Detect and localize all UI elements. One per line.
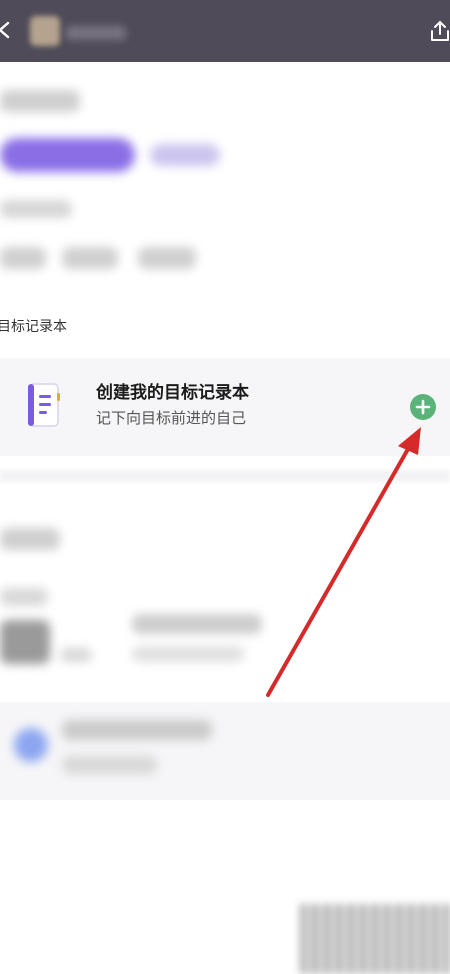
section-title: 目标记录本 [0,319,67,335]
profile-stat-blurred [0,247,46,269]
notebook-icon [28,383,60,427]
add-notebook-icon[interactable] [409,393,437,421]
bottom-title-blurred [62,720,212,740]
profile-tag-blurred [150,144,220,166]
lower-number-blurred [0,620,50,664]
profile-name-blurred [0,90,80,112]
bottom-sub-blurred [62,756,157,774]
watermark-blurred [300,904,450,974]
bottom-avatar-blurred [14,728,48,762]
user-name-blurred [66,26,126,40]
section-divider [0,470,450,482]
bottom-card[interactable] [0,702,450,800]
lower-sub-blurred [0,588,48,606]
lower-title-blurred [0,528,60,550]
profile-stat-blurred [62,247,118,269]
lower-item-blurred [132,614,262,634]
avatar[interactable] [30,16,60,46]
top-bar [0,0,450,62]
profile-desc-blurred [0,200,72,218]
card-subtitle: 记下向目标前进的自己 [96,409,247,427]
card-title: 创建我的目标记录本 [96,383,249,403]
lower-item-blurred [132,646,244,662]
profile-stat-blurred [138,247,196,269]
profile-badge-blurred [0,138,135,172]
lower-unit-blurred [60,648,92,662]
share-icon[interactable] [428,19,450,43]
back-icon[interactable] [0,20,14,40]
